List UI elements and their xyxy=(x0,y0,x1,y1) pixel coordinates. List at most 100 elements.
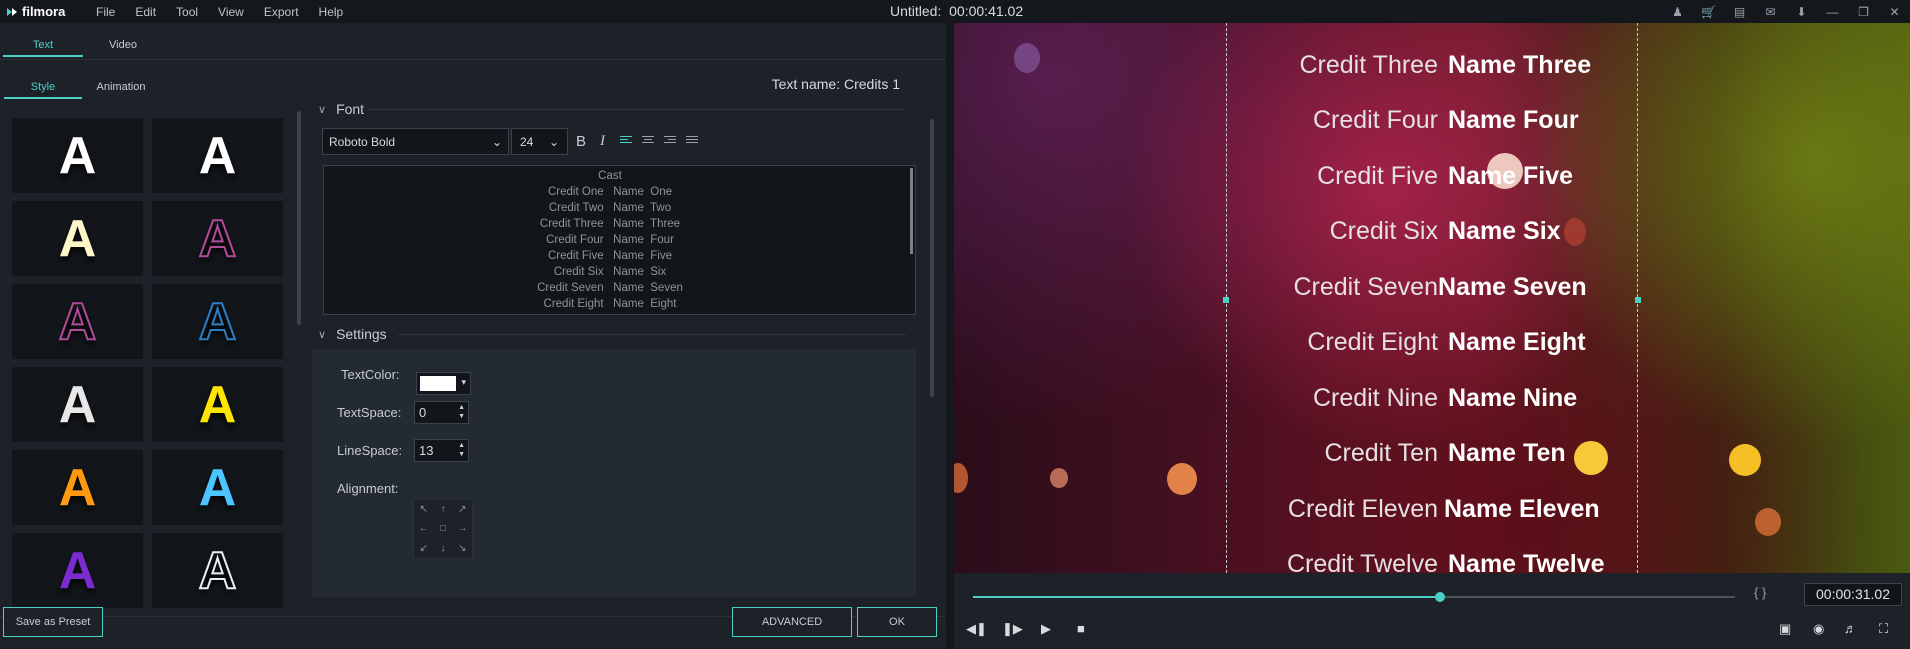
style-preset-8[interactable]: A xyxy=(152,367,283,442)
alignment-label: Alignment: xyxy=(337,481,399,496)
text-content-editor[interactable]: Cast Credit One Name One Credit Two Name T… xyxy=(323,165,916,315)
align-bottom-right-icon[interactable]: ↘ xyxy=(453,539,472,558)
align-bottom-icon[interactable]: ↓ xyxy=(433,539,452,558)
tab-style[interactable]: Style xyxy=(4,81,82,99)
align-top-icon[interactable]: ↑ xyxy=(433,500,452,519)
menu-export[interactable]: Export xyxy=(264,5,299,19)
editor-scrollbar[interactable] xyxy=(910,168,913,254)
play-pause-icon[interactable]: ❚▶ xyxy=(1002,621,1023,637)
align-top-right-icon[interactable]: ↗ xyxy=(453,500,472,519)
ok-button[interactable]: OK xyxy=(857,607,937,637)
bokeh-light xyxy=(1050,468,1068,488)
text-line: Credit Two Name Two xyxy=(548,202,672,214)
fullscreen-icon[interactable]: ⛶ xyxy=(1879,621,1888,637)
line-space-stepper[interactable]: 13 ▲ ▼ xyxy=(414,439,469,462)
align-left-icon[interactable]: ← xyxy=(414,519,433,538)
style-preset-9[interactable]: A xyxy=(12,450,143,525)
stepper-arrows-icon[interactable]: ▲ ▼ xyxy=(458,403,465,421)
bokeh-light xyxy=(1167,463,1197,495)
display-settings-icon[interactable]: ▣ xyxy=(1779,621,1791,637)
align-center-icon[interactable] xyxy=(642,136,654,146)
line-space-value: 13 xyxy=(419,443,434,458)
font-size-select[interactable]: 24 ⌄ xyxy=(511,128,568,155)
italic-button[interactable]: I xyxy=(600,133,605,150)
close-icon[interactable]: ✕ xyxy=(1879,5,1910,19)
bold-button[interactable]: B xyxy=(576,133,586,150)
current-time-display: 00:00:31.02 xyxy=(1804,583,1902,606)
align-left-icon[interactable] xyxy=(620,136,632,146)
minimize-icon[interactable]: — xyxy=(1817,5,1848,19)
download-icon[interactable]: ⬇ xyxy=(1786,5,1817,19)
style-preset-4[interactable]: A xyxy=(152,201,283,276)
stop-icon[interactable]: ■ xyxy=(1077,621,1085,636)
chevron-down-icon: ∨ xyxy=(318,328,327,341)
text-line: Credit Three Name Three xyxy=(539,218,681,230)
previous-frame-icon[interactable]: ◀❚ xyxy=(966,621,987,637)
font-family-value: Roboto Bold xyxy=(329,135,396,149)
tab-video[interactable]: Video xyxy=(83,39,163,57)
snapshot-icon[interactable]: ◉ xyxy=(1813,621,1824,637)
menu-file[interactable]: File xyxy=(96,5,115,19)
menu-help[interactable]: Help xyxy=(319,5,344,19)
credit-role: Credit Ten xyxy=(1324,439,1439,467)
align-top-left-icon[interactable]: ↖ xyxy=(414,500,433,519)
text-line: Credit Five Name Five xyxy=(548,250,672,262)
style-preset-11[interactable]: A xyxy=(12,533,143,608)
style-preset-7[interactable]: A xyxy=(12,367,143,442)
menu-tool[interactable]: Tool xyxy=(176,5,198,19)
credit-name: Name Two xyxy=(1448,23,1571,24)
save-as-preset-button[interactable]: Save as Preset xyxy=(3,607,103,637)
settings-section-header[interactable]: ∨ Settings xyxy=(318,326,387,342)
style-preset-2[interactable]: A xyxy=(152,118,283,193)
text-line: Cast xyxy=(598,170,622,182)
font-section-header[interactable]: ∨ Font xyxy=(318,101,364,117)
filmora-logo-icon xyxy=(7,7,17,16)
credit-role: Credit Six xyxy=(1329,217,1438,245)
presets-scrollbar[interactable] xyxy=(297,111,301,325)
playback-progress-bar[interactable] xyxy=(973,592,1735,602)
resize-handle[interactable] xyxy=(1635,297,1641,303)
panel-divider[interactable] xyxy=(946,23,954,649)
credit-role: Credit Eight xyxy=(1307,328,1438,356)
align-right-icon[interactable]: → xyxy=(453,519,472,538)
cart-icon[interactable]: 🛒 xyxy=(1693,5,1724,19)
panel-scrollbar[interactable] xyxy=(930,119,934,397)
style-preset-10[interactable]: A xyxy=(152,450,283,525)
align-justify-icon[interactable] xyxy=(686,136,698,146)
play-icon[interactable]: ▶ xyxy=(1041,621,1051,637)
playhead-knob[interactable] xyxy=(1435,592,1446,602)
settings-section-title: Settings xyxy=(336,326,387,342)
mail-icon[interactable]: ✉ xyxy=(1755,5,1786,19)
app-name: filmora xyxy=(22,4,66,19)
save-icon[interactable]: ▤ xyxy=(1724,5,1755,19)
tab-animation[interactable]: Animation xyxy=(82,81,160,99)
style-preset-5[interactable]: A xyxy=(12,284,143,359)
align-center-icon[interactable]: □ xyxy=(433,519,452,538)
volume-icon[interactable]: ♬ xyxy=(1844,621,1857,636)
text-color-picker[interactable]: ▾ xyxy=(416,372,471,395)
menu-view[interactable]: View xyxy=(218,5,244,19)
style-preset-12[interactable]: A xyxy=(152,533,283,608)
user-icon[interactable]: ♟ xyxy=(1662,5,1693,19)
font-family-select[interactable]: Roboto Bold ⌄ xyxy=(322,128,509,155)
style-preset-1[interactable]: A xyxy=(12,118,143,193)
video-preview[interactable]: Credit Two Name Two Credit Three Name Three… xyxy=(954,23,1910,573)
credit-role: Credit Twelve xyxy=(1287,550,1438,573)
stepper-arrows-icon[interactable]: ▲ ▼ xyxy=(458,441,465,459)
restore-icon[interactable]: ❐ xyxy=(1848,5,1879,19)
bokeh-light xyxy=(1729,444,1761,476)
style-preset-3[interactable]: A xyxy=(12,201,143,276)
text-space-stepper[interactable]: 0 ▲ ▼ xyxy=(414,401,469,424)
text-color-label: TextColor: xyxy=(341,367,400,382)
align-right-icon[interactable] xyxy=(664,136,676,146)
in-out-markers[interactable]: { } xyxy=(1754,585,1766,600)
align-bottom-left-icon[interactable]: ↙ xyxy=(414,539,433,558)
style-preset-6[interactable]: A xyxy=(152,284,283,359)
project-title: Untitled: xyxy=(890,3,942,19)
credit-name: Name Twelve xyxy=(1448,550,1605,573)
chevron-down-icon: ⌄ xyxy=(491,135,502,149)
credit-role: Credit Four xyxy=(1312,106,1438,134)
tab-text[interactable]: Text xyxy=(3,39,83,57)
menu-edit[interactable]: Edit xyxy=(135,5,156,19)
advanced-button[interactable]: ADVANCED xyxy=(732,607,852,637)
